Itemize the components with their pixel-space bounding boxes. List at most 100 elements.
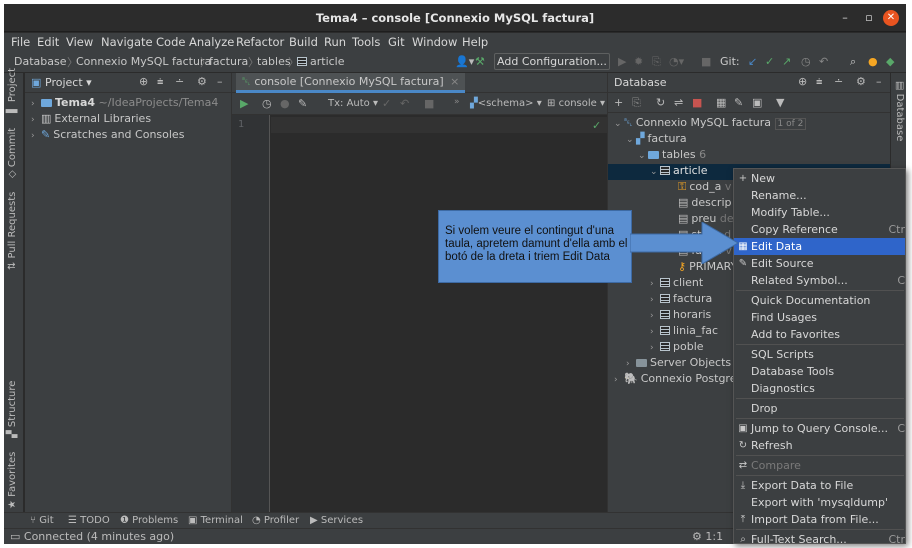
- database-tool-tab[interactable]: ▤ Database: [894, 81, 905, 141]
- history-icon[interactable]: ◷: [801, 55, 811, 68]
- add-configuration-button[interactable]: Add Configuration...: [494, 53, 610, 70]
- context-menu-item-edit-data[interactable]: ▦ Edit Data: [734, 238, 905, 255]
- edit-icon[interactable]: ✎: [734, 96, 743, 109]
- terminal-tool-button[interactable]: ▣ Terminal: [188, 515, 243, 526]
- expand-all-icon[interactable]: ⩧: [816, 75, 822, 89]
- tree-item-scratches[interactable]: › ✎ Scratches and Consoles: [31, 128, 184, 144]
- context-menu-item-copy-reference[interactable]: Copy Reference Ctr: [734, 221, 905, 238]
- context-menu-item-export-data-to-file[interactable]: ⤓ Export Data to File: [734, 477, 905, 494]
- menu-tools[interactable]: Tools: [352, 35, 380, 49]
- tree-item-tables[interactable]: ⌄ tables 6: [638, 148, 706, 164]
- breadcrumb-tables[interactable]: tables: [257, 55, 291, 68]
- context-menu-item-new[interactable]: + New: [734, 170, 905, 187]
- todo-tool-button[interactable]: ☰ TODO: [68, 515, 110, 526]
- cancel-icon[interactable]: ■: [424, 97, 434, 110]
- context-menu-item-diagnostics[interactable]: Diagnostics: [734, 380, 905, 397]
- menu-run[interactable]: Run: [324, 35, 346, 49]
- schema-dropdown[interactable]: ▞<schema> ▾: [470, 98, 542, 109]
- search-icon[interactable]: ⌕: [850, 55, 856, 69]
- menu-build[interactable]: Build: [289, 35, 318, 49]
- breadcrumb-table[interactable]: article: [297, 55, 345, 68]
- expand-all-icon[interactable]: ⩧: [157, 75, 163, 89]
- maximize-icon[interactable]: ▫: [861, 10, 877, 26]
- locate-icon[interactable]: ⊕: [139, 75, 148, 88]
- menu-help[interactable]: Help: [462, 35, 488, 49]
- hammer-icon[interactable]: ⚒: [475, 55, 485, 68]
- context-menu-item-quick-documentation[interactable]: Quick Documentation: [734, 292, 905, 309]
- tree-item-table[interactable]: › horaris: [650, 308, 711, 324]
- collapse-all-icon[interactable]: ∸: [834, 75, 843, 88]
- context-menu-item-rename[interactable]: Rename...: [734, 187, 905, 204]
- commit-icon[interactable]: ✓: [382, 97, 391, 110]
- project-tool-tab[interactable]: ▌ Project: [7, 68, 18, 113]
- stop-icon[interactable]: ■: [692, 96, 702, 109]
- schema-sync-icon[interactable]: ⇌: [674, 96, 683, 109]
- context-menu-item-full-text-search[interactable]: ⌕ Full-Text Search... Ctr: [734, 531, 905, 543]
- tree-item-external-libraries[interactable]: › ▥ External Libraries: [31, 112, 151, 128]
- git-push-icon[interactable]: ↗: [782, 55, 791, 68]
- menu-file[interactable]: File: [11, 35, 30, 49]
- user-icon[interactable]: 👤▾: [455, 55, 474, 68]
- settings-icon[interactable]: ✎: [298, 97, 307, 110]
- context-menu-item-drop[interactable]: Drop: [734, 400, 905, 417]
- console-dropdown[interactable]: ⊞ console ▾: [547, 98, 605, 109]
- context-menu-item-jump-to-query-console[interactable]: ▣ Jump to Query Console... C: [734, 420, 905, 437]
- menu-view[interactable]: View: [66, 35, 93, 49]
- git-tool-button[interactable]: ⑂ Git: [30, 515, 54, 526]
- breadcrumb-database[interactable]: Database: [14, 55, 67, 68]
- debug-icon[interactable]: ✹: [634, 55, 643, 68]
- cursor-position[interactable]: ⚙ 1:1: [692, 530, 723, 543]
- tree-item-column[interactable]: ⚿ cod_a v: [678, 180, 731, 196]
- table-editor-icon[interactable]: ▦: [716, 96, 726, 109]
- close-tab-icon[interactable]: ×: [450, 75, 459, 88]
- context-menu-item-database-tools[interactable]: Database Tools: [734, 363, 905, 380]
- menu-navigate[interactable]: Navigate: [101, 35, 153, 49]
- git-update-icon[interactable]: ↙: [748, 55, 757, 68]
- history-icon[interactable]: ◷: [262, 97, 272, 110]
- add-icon[interactable]: +: [614, 96, 623, 109]
- context-menu-item-edit-source[interactable]: ✎ Edit Source: [734, 255, 905, 272]
- context-menu-item-compare[interactable]: ⇄ Compare: [734, 457, 905, 474]
- profiler-tool-button[interactable]: ◔ Profiler: [252, 515, 299, 526]
- context-menu-item-import-data-from-file[interactable]: ⤒ Import Data from File...: [734, 511, 905, 528]
- menu-git[interactable]: Git: [388, 35, 405, 49]
- structure-tool-tab[interactable]: ▞ Structure: [7, 381, 18, 438]
- filter-icon[interactable]: ▼: [776, 96, 784, 109]
- transaction-mode-dropdown[interactable]: Tx: Auto ▾: [328, 98, 378, 109]
- profile-icon[interactable]: ◔▾: [669, 55, 684, 68]
- context-menu-item-export-with-mysqldump[interactable]: Export with 'mysqldump': [734, 494, 905, 511]
- tree-item-connection[interactable]: ⌄ ␇ Connexio MySQL factura 1 of 2: [614, 116, 807, 132]
- gear-icon[interactable]: ⚙: [197, 75, 207, 88]
- minimize-icon[interactable]: –: [837, 10, 853, 26]
- favorites-tool-tab[interactable]: ★ Favorites: [7, 452, 18, 509]
- tree-item-table[interactable]: › poble: [650, 340, 704, 356]
- code-editor[interactable]: [271, 115, 607, 515]
- breadcrumb-connection[interactable]: Connexio MySQL factura: [76, 55, 211, 68]
- locate-icon[interactable]: ⊕: [798, 75, 807, 88]
- rollback-icon[interactable]: ↶: [819, 55, 828, 68]
- context-menu-item-add-to-favorites[interactable]: Add to Favorites: [734, 326, 905, 343]
- ide-logo-icon[interactable]: ◆: [886, 55, 894, 68]
- context-menu-item-related-symbol[interactable]: Related Symbol... C: [734, 272, 905, 289]
- context-menu-item-sql-scripts[interactable]: SQL Scripts: [734, 346, 905, 363]
- tree-item-table[interactable]: › client: [650, 276, 703, 292]
- menu-window[interactable]: Window: [412, 35, 457, 49]
- tree-item-column[interactable]: ▤ descrip: [678, 196, 732, 212]
- close-icon[interactable]: ✕: [883, 10, 899, 26]
- context-menu-item-refresh[interactable]: ↻ Refresh: [734, 437, 905, 454]
- execute-icon[interactable]: ▶: [240, 97, 248, 110]
- tree-item-schema[interactable]: ⌄ ▞ factura: [626, 132, 687, 148]
- tab-console[interactable]: ␇ console [Connexio MySQL factura] ×: [236, 73, 466, 93]
- run-icon[interactable]: ▶: [618, 55, 626, 68]
- git-commit-icon[interactable]: ✓: [765, 55, 774, 68]
- hide-panel-icon[interactable]: –: [217, 75, 223, 88]
- collapse-all-icon[interactable]: ∸: [175, 75, 184, 88]
- coverage-icon[interactable]: ⎘: [652, 55, 661, 69]
- breadcrumb-schema[interactable]: factura: [209, 55, 248, 68]
- context-menu-item-find-usages[interactable]: Find Usages: [734, 309, 905, 326]
- tree-item-table[interactable]: › linia_fac: [650, 324, 718, 340]
- stop-icon[interactable]: ●: [280, 97, 290, 110]
- menu-code[interactable]: Code: [156, 35, 185, 49]
- stop-icon[interactable]: ■: [701, 55, 711, 68]
- gear-icon[interactable]: ⚙: [856, 75, 866, 88]
